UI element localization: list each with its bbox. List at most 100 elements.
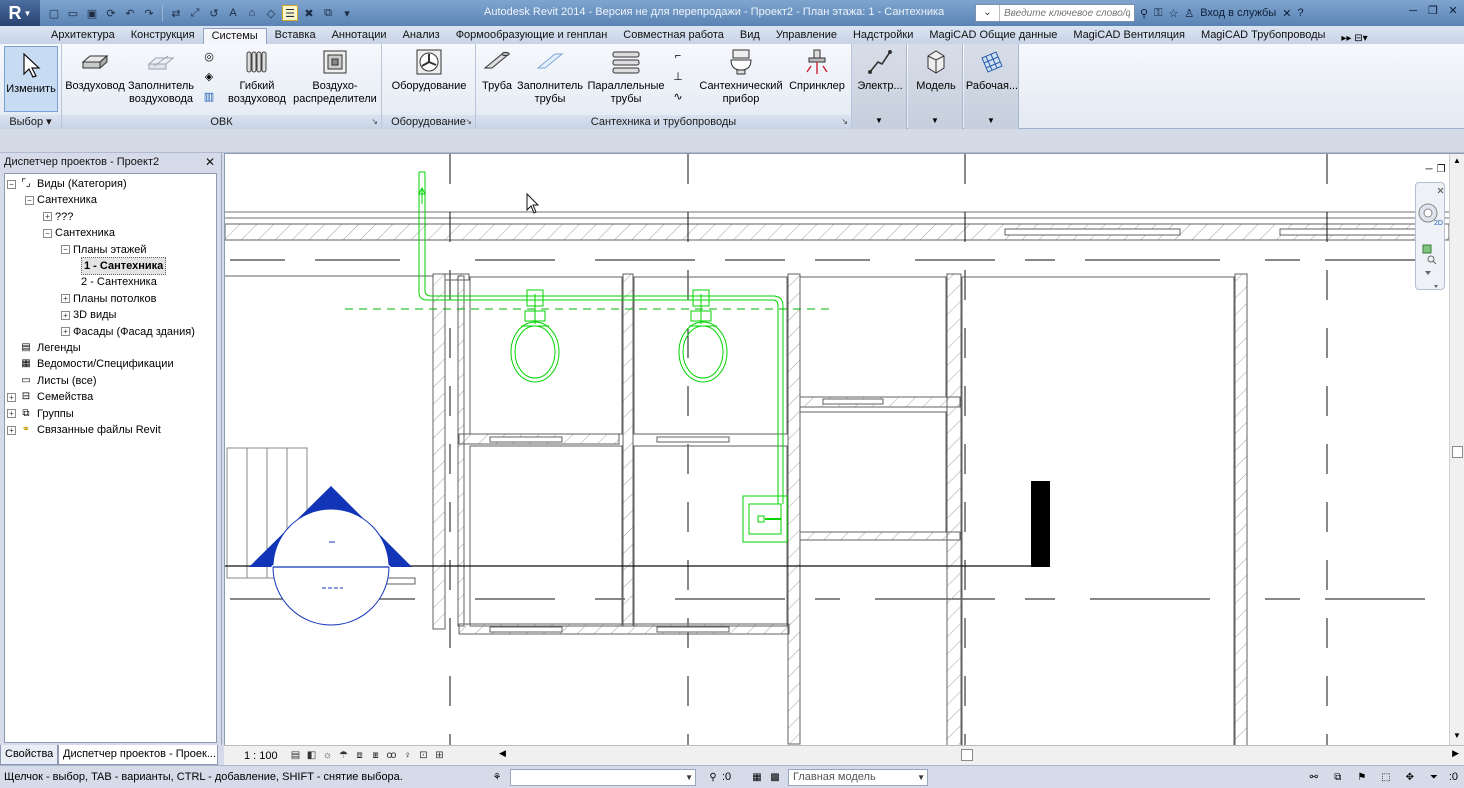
expand-icon[interactable]: + (61, 327, 70, 337)
navbar-menu-icon[interactable] (1434, 285, 1438, 288)
select-panel-label[interactable]: Выбор ▾ (0, 115, 61, 129)
design-options-icon[interactable]: ▦ (748, 769, 766, 785)
design-option-combo[interactable]: Главная модель ▼ (788, 768, 928, 786)
exterior-wall[interactable] (225, 223, 1449, 241)
expand-icon[interactable]: + (43, 212, 52, 222)
editable-only-icon[interactable]: ⚲ (704, 769, 722, 785)
pipe-button[interactable]: Труба (478, 46, 516, 93)
redo-icon[interactable]: ↷ (141, 5, 157, 21)
zoom-icon[interactable] (1422, 244, 1437, 275)
search-input[interactable] (1000, 7, 1130, 19)
close-icon[interactable]: ✕ (205, 153, 215, 171)
search-box[interactable]: ⌄ (975, 4, 1135, 22)
pipe-placeholder-button[interactable]: Заполнитель трубы (516, 46, 584, 106)
scroll-up-icon[interactable]: ▲ (1453, 156, 1461, 165)
crop-view-icon[interactable]: ⧈ (352, 749, 367, 763)
ribbon-tab[interactable]: Вид (732, 28, 768, 44)
navbar-close-icon[interactable] (1437, 187, 1444, 194)
sync-icon[interactable]: ⟳ (103, 5, 119, 21)
undo-icon[interactable]: ↶ (122, 5, 138, 21)
plumbing-fixture-button[interactable]: Сантехнический прибор (698, 46, 784, 106)
horizontal-scroll-thumb[interactable] (961, 749, 973, 761)
tree-item[interactable]: + ⊟ Семейства (7, 389, 93, 405)
tab-properties[interactable]: Свойства (0, 745, 58, 765)
subscription-icon[interactable]: ⚿ (1154, 7, 1162, 20)
vertical-scroll-thumb[interactable] (1452, 446, 1463, 458)
analytical-model-icon[interactable]: ⊞ (432, 749, 447, 763)
flex-pipe-icon[interactable]: ∿ (670, 88, 686, 104)
navigation-bar[interactable]: 2D (1415, 182, 1445, 290)
expand-icon[interactable]: + (7, 425, 16, 435)
workplane-button[interactable]: Рабочая... (966, 46, 1018, 93)
tree-item[interactable]: ▦ Ведомости/Спецификации (7, 356, 173, 372)
ribbon-tab[interactable]: Формообразующие и генплан (448, 28, 616, 44)
workplane-panel[interactable]: Рабочая... ▼ (964, 44, 1019, 129)
tag-icon[interactable]: ↺ (206, 5, 222, 21)
scroll-down-icon[interactable]: ▼ (1453, 731, 1461, 740)
expand-icon[interactable]: + (61, 294, 70, 304)
model-button[interactable]: Модель (910, 46, 962, 93)
active-workset-combo[interactable]: ▼ (510, 768, 696, 786)
ribbon-tab[interactable]: Конструкция (123, 28, 203, 44)
convert-flex-icon[interactable]: ▥ (201, 88, 217, 104)
tree-item[interactable]: +3D виды (61, 307, 116, 323)
ribbon-tab[interactable]: Архитектура (43, 28, 123, 44)
text-icon[interactable]: A (225, 5, 241, 21)
ribbon-tab[interactable]: Аннотации (324, 28, 395, 44)
tree-item[interactable]: ▭ Листы (все) (7, 373, 96, 389)
thin-lines-icon[interactable]: ☰ (282, 5, 298, 21)
measure-icon[interactable]: ⇄ (168, 5, 184, 21)
select-pinned-icon[interactable]: ⚑ (1353, 769, 1371, 785)
expand-icon[interactable]: + (7, 392, 16, 402)
elevation-marker[interactable] (249, 486, 412, 626)
model-panel[interactable]: Модель ▼ (908, 44, 963, 129)
tree-item[interactable]: + Планы потолков (61, 291, 156, 307)
duct-button[interactable]: Воздуховод (64, 46, 126, 93)
help-icon[interactable]: ? (1297, 7, 1303, 19)
temporary-view-properties-icon[interactable]: ⊡ (416, 749, 431, 763)
ribbon-tab[interactable]: Управление (768, 28, 845, 44)
ribbon-tab[interactable]: Совместная работа (615, 28, 732, 44)
ribbon-tab[interactable]: Анализ (395, 28, 448, 44)
binoculars-icon[interactable]: ⚲ (1140, 7, 1148, 20)
parallel-pipes-button[interactable]: Параллельные трубы (586, 46, 666, 106)
steering-wheel-icon[interactable]: 2D (1418, 203, 1443, 227)
dialog-launcher-icon[interactable]: ↘ (371, 115, 378, 129)
duct-placeholder-button[interactable]: Заполнитель воздуховода (126, 46, 196, 106)
show-crop-icon[interactable]: ⧆ (368, 749, 383, 763)
tree-item[interactable]: − ⌜⌟ Виды (Категория) (7, 176, 127, 192)
minimize-icon[interactable]: ─ (1406, 4, 1420, 18)
tree-item[interactable]: ▤ Легенды (7, 340, 80, 356)
expand-icon[interactable]: + (7, 409, 16, 419)
reveal-hidden-icon[interactable]: ♀ (400, 749, 415, 763)
tree-item[interactable]: + ⧉ Группы (7, 406, 74, 422)
login-link[interactable]: Вход в службы (1200, 7, 1276, 19)
duct-accessory-icon[interactable]: ◈ (201, 68, 217, 84)
restore-icon[interactable]: ❐ (1437, 164, 1446, 175)
pipe-accessory-icon[interactable]: ⊥ (670, 68, 686, 84)
sun-path-icon[interactable]: ☼ (320, 749, 335, 763)
ribbon-tab[interactable]: Надстройки (845, 28, 921, 44)
sprinkler-button[interactable]: Спринклер (786, 46, 848, 93)
tree-item[interactable]: − Сантехника (43, 225, 115, 241)
save-icon[interactable]: ▣ (84, 5, 100, 21)
favorites-star-icon[interactable]: ☆ (1168, 7, 1178, 20)
close-hidden-icon[interactable]: ✖ (301, 5, 317, 21)
filter-icon[interactable]: ⏷ (1425, 769, 1443, 785)
collapse-icon[interactable]: − (61, 245, 70, 255)
exclude-options-icon[interactable]: ▩ (766, 769, 784, 785)
tree-item[interactable]: 1 - Сантехника (81, 257, 167, 275)
new-icon[interactable]: ▢ (46, 5, 62, 21)
tab-project-browser[interactable]: Диспетчер проектов - Проек... (58, 745, 218, 765)
horizontal-scrollbar[interactable]: ◀ ▶ (499, 748, 1459, 763)
switch-windows-icon[interactable]: ⧉ (320, 5, 336, 21)
detail-level-icon[interactable]: ▤ (288, 749, 303, 763)
dialog-launcher-icon[interactable]: ↘ (841, 115, 848, 129)
open-icon[interactable]: ▭ (65, 5, 81, 21)
drawing-canvas[interactable]: ─ ❐ ✕ 2D ▲ ▼ (224, 153, 1464, 745)
exchange-icon[interactable]: ✕ (1282, 7, 1291, 20)
view-scale[interactable]: 1 : 100 (224, 750, 288, 762)
drag-on-selection-icon[interactable]: ✥ (1401, 769, 1419, 785)
floor-plan-drawing[interactable] (225, 154, 1449, 745)
dimension-icon[interactable]: ⤢ (187, 5, 203, 21)
